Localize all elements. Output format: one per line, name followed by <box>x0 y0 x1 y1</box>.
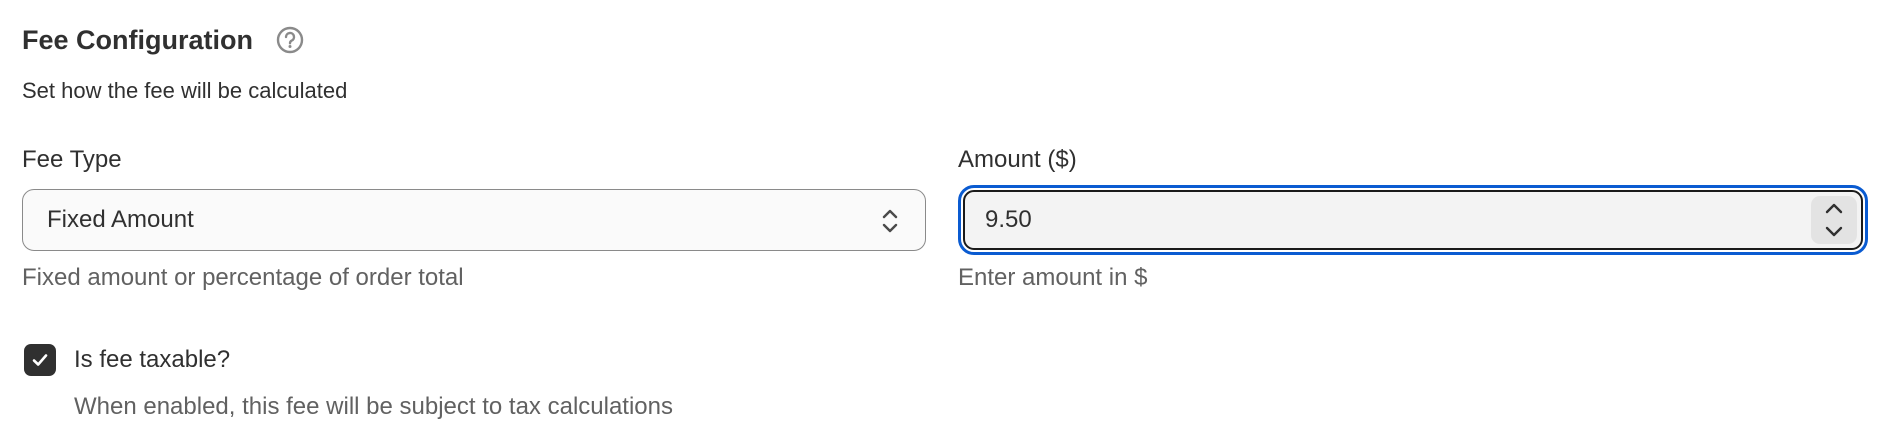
amount-field: Amount ($) Enter am <box>958 144 1868 291</box>
amount-label: Amount ($) <box>958 146 1077 173</box>
question-circle-icon[interactable] <box>275 25 305 55</box>
taxable-checkbox[interactable] <box>24 344 56 376</box>
chevron-up-icon[interactable] <box>1811 196 1857 220</box>
fee-type-field: Fee Type Fixed Amount Fixed amount or pe… <box>22 144 928 291</box>
taxable-help-text: When enabled, this fee will be subject t… <box>74 393 674 420</box>
taxable-row: Is fee taxable? <box>24 344 230 376</box>
fee-type-selected-value: Fixed Amount <box>47 206 194 233</box>
fee-type-select[interactable]: Fixed Amount <box>22 189 926 251</box>
taxable-label[interactable]: Is fee taxable? <box>74 346 230 374</box>
amount-stepper <box>1811 196 1857 244</box>
fee-type-help-text: Fixed amount or percentage of order tota… <box>22 264 464 291</box>
chevron-down-icon[interactable] <box>1811 220 1857 244</box>
select-chevrons-icon <box>879 206 901 236</box>
amount-input-wrapper <box>963 190 1863 250</box>
amount-focus-ring <box>958 185 1868 255</box>
section-description: Set how the fee will be calculated <box>22 78 348 103</box>
amount-input[interactable] <box>985 192 1745 248</box>
heading-row: Fee Configuration <box>22 20 305 60</box>
fee-configuration-section: Fee Configuration Set how the fee will b… <box>0 0 1880 448</box>
amount-help-text: Enter amount in $ <box>958 264 1148 291</box>
section-title: Fee Configuration <box>22 24 253 55</box>
checkmark-icon <box>32 354 48 366</box>
fee-type-label: Fee Type <box>22 146 122 173</box>
